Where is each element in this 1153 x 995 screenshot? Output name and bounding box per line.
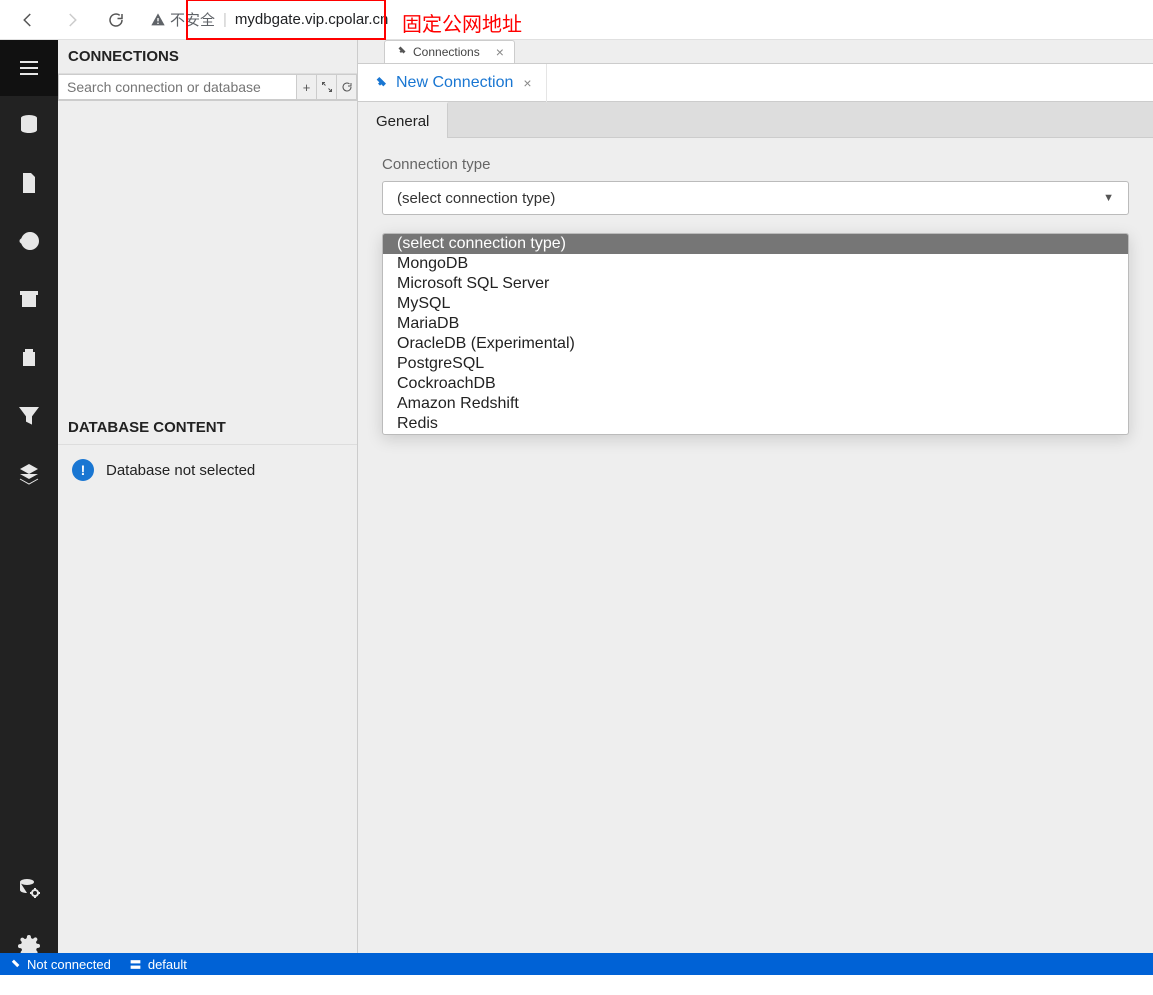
connection-type-select[interactable]: (select connection type) ▼ <box>382 181 1129 215</box>
option-oracle[interactable]: OracleDB (Experimental) <box>383 334 1128 354</box>
option-cockroach[interactable]: CockroachDB <box>383 374 1128 394</box>
archive-icon[interactable] <box>0 270 58 328</box>
insecure-label: 不安全 <box>170 9 215 30</box>
main-area: Connections × New Connection × General C… <box>358 40 1153 975</box>
option-redis[interactable]: Redis <box>383 414 1128 434</box>
clipboard-icon[interactable] <box>0 328 58 386</box>
status-connection[interactable]: Not connected <box>8 957 111 972</box>
close-icon[interactable]: × <box>496 44 504 60</box>
close-icon[interactable]: × <box>523 75 531 91</box>
layers-icon[interactable] <box>0 444 58 502</box>
select-value: (select connection type) <box>397 190 555 207</box>
db-content-header: DATABASE CONTENT <box>58 411 357 445</box>
status-profile[interactable]: default <box>129 957 187 972</box>
chevron-down-icon: ▼ <box>1103 192 1114 204</box>
database-icon[interactable] <box>0 96 58 154</box>
reload-button[interactable] <box>98 2 134 38</box>
db-not-selected-row: ! Database not selected <box>58 445 357 495</box>
menu-button[interactable] <box>0 40 58 96</box>
option-mongodb[interactable]: MongoDB <box>383 254 1128 274</box>
option-select-placeholder[interactable]: (select connection type) <box>383 234 1128 254</box>
db-settings-icon[interactable] <box>0 859 58 917</box>
back-button[interactable] <box>10 2 46 38</box>
content-tab-label: New Connection <box>396 74 513 92</box>
option-mariadb[interactable]: MariaDB <box>383 314 1128 334</box>
status-bar: Not connected default <box>0 953 1153 975</box>
option-redshift[interactable]: Amazon Redshift <box>383 394 1128 414</box>
connections-header: CONNECTIONS <box>58 40 357 74</box>
plug-icon <box>372 75 388 91</box>
status-text: Not connected <box>27 957 111 972</box>
plug-icon <box>395 45 407 60</box>
option-postgres[interactable]: PostgreSQL <box>383 354 1128 374</box>
option-mssql[interactable]: Microsoft SQL Server <box>383 274 1128 294</box>
tab-general[interactable]: General <box>358 102 448 138</box>
option-mysql[interactable]: MySQL <box>383 294 1128 314</box>
db-not-selected-text: Database not selected <box>106 462 255 479</box>
add-connection-button[interactable]: + <box>297 74 317 100</box>
plug-icon <box>8 958 21 971</box>
filter-icon[interactable] <box>0 386 58 444</box>
address-bar[interactable]: 不安全 | mydbgate.vip.cpolar.cn <box>142 5 1143 35</box>
forward-button[interactable] <box>54 2 90 38</box>
profile-text: default <box>148 957 187 972</box>
expand-button[interactable] <box>317 74 337 100</box>
url-text: mydbgate.vip.cpolar.cn <box>235 11 388 28</box>
connection-type-dropdown: (select connection type) MongoDB Microso… <box>382 233 1129 435</box>
refresh-button[interactable] <box>337 74 357 100</box>
browser-toolbar: 不安全 | mydbgate.vip.cpolar.cn 固定公网地址 <box>0 0 1153 40</box>
activity-rail <box>0 40 58 975</box>
search-input[interactable] <box>58 74 297 100</box>
connections-list <box>58 101 357 411</box>
server-icon <box>129 958 142 971</box>
file-tab-label: Connections <box>413 45 480 59</box>
file-icon[interactable] <box>0 154 58 212</box>
insecure-warning: 不安全 <box>150 9 215 30</box>
left-panel: CONNECTIONS + DATABASE CONTENT ! Databas… <box>58 40 358 975</box>
info-icon: ! <box>72 459 94 481</box>
history-icon[interactable] <box>0 212 58 270</box>
connection-type-label: Connection type <box>382 156 1129 173</box>
new-connection-tab[interactable]: New Connection × <box>358 64 547 102</box>
file-tab-connections[interactable]: Connections × <box>384 40 515 63</box>
